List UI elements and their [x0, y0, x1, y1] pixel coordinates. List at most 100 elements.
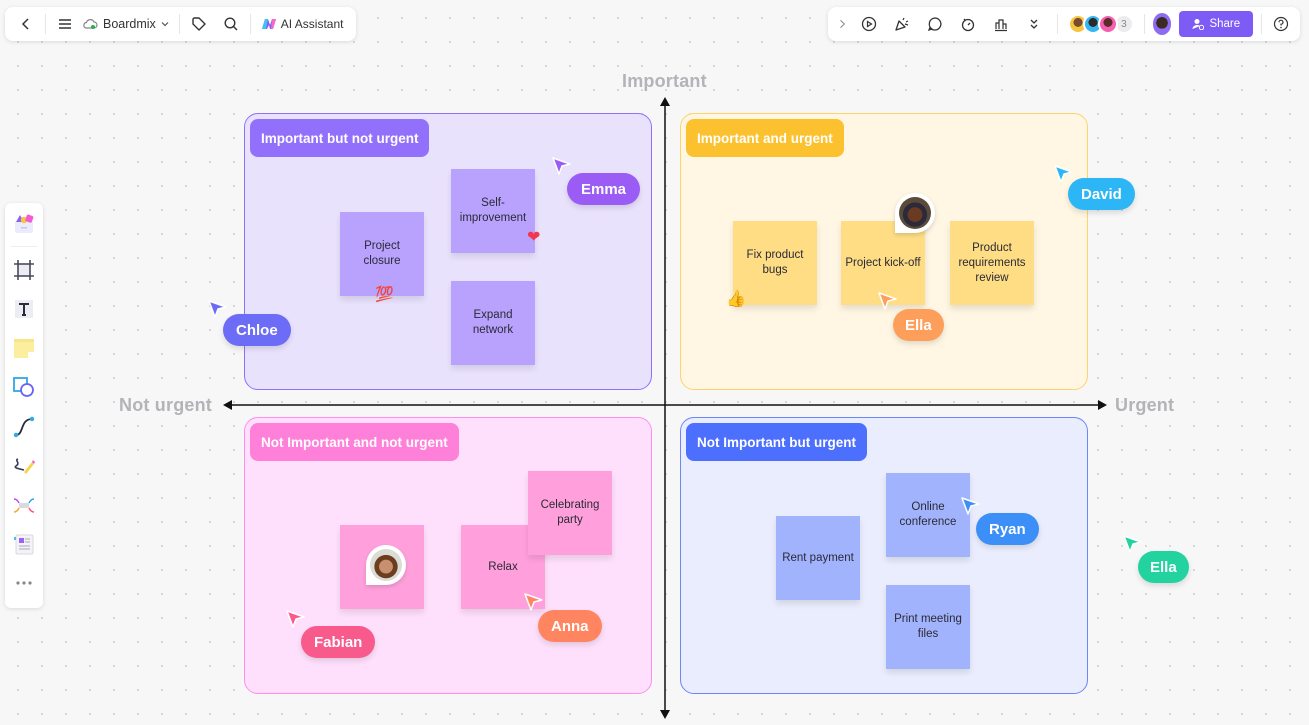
cloud-synced-icon [83, 19, 98, 29]
quadrant-not-important-urgent[interactable]: Not Important but urgent [680, 417, 1088, 694]
help-button[interactable] [1268, 11, 1294, 37]
collaborator-name-tag: Ella [893, 309, 944, 341]
frame-icon [14, 259, 34, 280]
axis-label-important: Important [622, 71, 707, 91]
arrow-left-icon [223, 400, 232, 410]
chevron-right-icon [840, 19, 845, 29]
collaborator-name-tag: Anna [538, 610, 602, 642]
sticky-note[interactable]: Project closure [340, 212, 424, 296]
quadrant-title[interactable]: Important and urgent [686, 119, 844, 157]
arrow-up-icon [660, 97, 670, 106]
quadrant-title[interactable]: Not Important and not urgent [250, 423, 459, 461]
cursor-pointer-icon [877, 291, 899, 313]
quadrant-important-not-urgent[interactable]: Important but not urgent [244, 113, 652, 390]
document-icon [14, 534, 34, 555]
sidebar-item-connector[interactable] [9, 412, 39, 441]
comment-icon [927, 17, 942, 32]
shapes-icon [13, 377, 34, 398]
mind-map-icon [13, 498, 35, 513]
sidebar-item-templates[interactable] [9, 209, 39, 238]
ai-assistant-button[interactable]: AI Assistant [257, 17, 348, 31]
collaborator-name-tag: Emma [567, 173, 641, 205]
quadrant-title[interactable]: Important but not urgent [250, 119, 430, 157]
more-horizontal-icon [16, 581, 32, 585]
tag-button[interactable] [186, 11, 212, 37]
divider [45, 14, 46, 34]
timer-icon [961, 18, 975, 32]
sidebar-item-frame[interactable] [9, 255, 39, 284]
sidebar-item-text[interactable] [9, 294, 39, 323]
connector-icon [13, 416, 35, 437]
present-button[interactable] [856, 11, 882, 37]
axis-label-urgent: Urgent [1115, 395, 1175, 415]
search-icon [224, 17, 238, 31]
add-user-icon [1192, 19, 1205, 30]
sidebar-item-shapes[interactable] [9, 373, 39, 402]
search-button[interactable] [218, 11, 244, 37]
collaborator-name-tag: David [1068, 178, 1135, 210]
share-label: Share [1209, 18, 1241, 30]
collaborator-name-tag: Ella [1138, 551, 1189, 583]
current-user-avatar[interactable] [1152, 13, 1172, 35]
quadrant-title[interactable]: Not Important but urgent [686, 423, 867, 461]
play-circle-icon [861, 16, 877, 32]
heart-reaction-icon: ❤ [527, 229, 541, 246]
sidebar-item-more[interactable] [9, 569, 39, 598]
text-icon [15, 299, 33, 318]
tag-icon [192, 17, 206, 31]
comment-button[interactable] [922, 11, 948, 37]
workspace-dropdown[interactable]: Boardmix [78, 17, 173, 31]
top-left-toolbar: Boardmix AI Assistant [5, 7, 356, 41]
collaborator-avatars[interactable]: 3 [1067, 14, 1134, 34]
sticky-note[interactable]: Self-improvement [451, 169, 535, 253]
party-popper-icon [895, 17, 909, 31]
sidebar-item-document[interactable] [9, 530, 39, 559]
expand-toolbar-button[interactable] [834, 11, 850, 37]
back-button[interactable] [13, 11, 39, 37]
sticky-note[interactable]: Rent payment [776, 516, 860, 600]
timer-button[interactable] [955, 11, 981, 37]
hundred-points-reaction-icon: 💯 [375, 286, 394, 303]
ai-assistant-label: AI Assistant [280, 17, 344, 31]
sticky-note[interactable]: Product requirements review [950, 221, 1034, 305]
vote-button[interactable] [988, 11, 1014, 37]
comment-avatar-bubble[interactable] [366, 545, 406, 585]
help-circle-icon [1273, 16, 1289, 32]
divider [249, 14, 251, 34]
sticky-note[interactable]: Expand network [451, 281, 535, 365]
cursor-pointer-icon [960, 496, 982, 518]
arrow-right-icon [1098, 400, 1107, 410]
cursor-pointer-icon [1122, 534, 1144, 556]
double-chevron-down-icon [1030, 19, 1038, 29]
chevron-down-icon [161, 22, 169, 27]
cursor-pointer-icon [207, 299, 229, 321]
comment-avatar-bubble[interactable] [895, 193, 935, 233]
collaborator-name-tag: Ryan [976, 513, 1039, 545]
sticky-note[interactable]: Print meeting files [886, 585, 970, 669]
share-button[interactable]: Share [1179, 11, 1254, 37]
sticky-note[interactable]: Celebrating party [528, 471, 612, 555]
arrow-down-icon [660, 710, 670, 719]
sidebar-item-sticky-note[interactable] [9, 334, 39, 363]
axis-label-not-urgent: Not urgent [119, 395, 212, 415]
divider [1261, 14, 1263, 34]
sidebar-item-pen[interactable] [9, 451, 39, 480]
chevron-left-icon [21, 18, 29, 30]
divider [11, 246, 37, 248]
sidebar-item-mind-map[interactable] [9, 490, 39, 519]
sticky-note[interactable]: Online conference [886, 473, 970, 557]
top-right-toolbar: 3 Share [828, 7, 1300, 41]
divider [178, 14, 180, 34]
collaborator-name-tag: Fabian [301, 626, 376, 658]
workspace-name: Boardmix [103, 17, 156, 31]
divider [1143, 14, 1145, 34]
menu-button[interactable] [52, 11, 78, 37]
divider [1057, 14, 1058, 34]
pen-icon [14, 458, 35, 474]
sticky-note-icon [14, 339, 34, 359]
celebrate-button[interactable] [889, 11, 915, 37]
collaborator-avatar[interactable] [1097, 14, 1118, 34]
collaborator-name-tag: Chloe [223, 314, 291, 346]
more-tools-button[interactable] [1021, 11, 1047, 37]
cursor-pointer-icon [285, 609, 307, 631]
